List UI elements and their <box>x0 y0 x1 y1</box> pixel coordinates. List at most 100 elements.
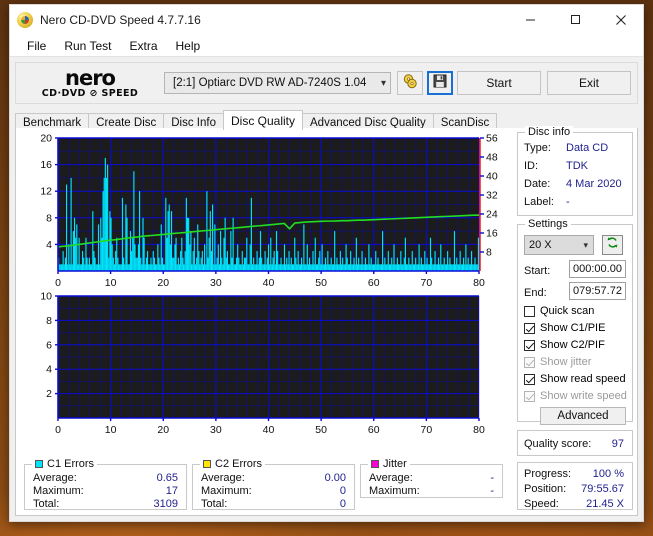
menu-item-extra[interactable]: Extra <box>120 37 166 55</box>
eject-disc-button[interactable] <box>397 71 423 95</box>
exit-button[interactable]: Exit <box>547 71 631 95</box>
nero-cd-dvd-speed-window: Nero CD-DVD Speed 4.7.7.16 File Run Test… <box>9 4 644 522</box>
svg-text:2: 2 <box>46 388 52 400</box>
minimize-icon[interactable] <box>508 5 553 34</box>
disc-id-label: ID: <box>524 160 539 172</box>
svg-text:10: 10 <box>105 277 117 288</box>
svg-text:80: 80 <box>473 424 485 436</box>
drive-select[interactable]: [2:1] Optiarc DVD RW AD-7240S 1.04 ▾ <box>164 72 391 94</box>
disc-info-title: Disc info <box>525 126 574 138</box>
progress-group: Progress: 100 % Position: 79:55.67 Speed… <box>517 462 633 510</box>
disc-type-label: Type: <box>524 142 551 154</box>
disc-info-group: Disc info Type: Data CD ID: TDK Date: 4 … <box>517 126 633 216</box>
menu-item-help[interactable]: Help <box>167 37 210 55</box>
menu-item-file[interactable]: File <box>18 37 55 55</box>
c1-total-row: Total: 3109 <box>33 498 178 510</box>
checkbox-label: Show read speed <box>540 373 626 385</box>
svg-text:4: 4 <box>46 239 52 251</box>
svg-text:70: 70 <box>421 424 433 436</box>
charts-area: 4 8 12 16 20 8 16 24 32 40 48 56 0 10 20 30 40 50 60 70 80 2… <box>16 128 511 460</box>
c2-average-value: 0.00 <box>324 472 346 484</box>
jitter-average-value: - <box>490 472 494 484</box>
c2-errors-stats-title: C2 Errors <box>200 458 266 470</box>
speed-select-value: 20 X <box>529 239 552 251</box>
quality-score-label: Quality score: <box>524 438 592 450</box>
checkbox-show-write-speed: Show write speed <box>524 390 627 402</box>
svg-text:32: 32 <box>486 190 498 202</box>
chevron-down-icon: ▾ <box>583 239 588 250</box>
svg-text:50: 50 <box>315 424 327 436</box>
jitter-stats-title: Jitter <box>368 458 410 470</box>
c1-maximum-value: 17 <box>165 485 178 497</box>
jitter-maximum-label: Maximum: <box>369 485 420 497</box>
right-panel: Disc info Type: Data CD ID: TDK Date: 4 … <box>513 126 637 514</box>
refresh-button[interactable] <box>602 235 623 255</box>
c1-maximum-row: Maximum: 17 <box>33 485 178 497</box>
svg-text:20: 20 <box>157 424 169 436</box>
nero-logo: nero CD·DVD ⊘ SPEED <box>16 63 164 103</box>
position-label: Position: <box>524 483 567 495</box>
jitter-label: Jitter <box>383 458 407 470</box>
checkbox-box <box>524 390 535 402</box>
svg-text:60: 60 <box>368 277 380 288</box>
svg-text:12: 12 <box>40 186 52 198</box>
svg-text:60: 60 <box>368 424 380 436</box>
checkbox-quick-scan[interactable]: Quick scan <box>524 305 594 317</box>
svg-text:4: 4 <box>46 364 52 376</box>
progress-label: Progress: <box>524 468 572 480</box>
title-bar: Nero CD-DVD Speed 4.7.7.16 <box>10 5 643 35</box>
c1-color-swatch <box>35 460 43 468</box>
c1-errors-stats: C1 Errors Average: 0.65 Maximum: 17 Tota… <box>24 458 187 510</box>
checkbox-show-read-speed[interactable]: Show read speed <box>524 373 626 385</box>
c1-errors-stats-title: C1 Errors <box>32 458 98 470</box>
jitter-stats: Jitter Average: - Maximum: - <box>360 458 503 498</box>
c1-errors-label: C1 Errors <box>47 458 95 470</box>
nero-disc-icon <box>17 11 33 28</box>
maximize-icon[interactable] <box>553 5 598 34</box>
settings-group: Settings 20 X ▾ Start: 000:00.00 End: 07… <box>517 218 633 425</box>
drive-select-value: [2:1] Optiarc DVD RW AD-7240S 1.04 <box>173 77 367 89</box>
checkbox-box <box>524 322 535 334</box>
window-controls <box>508 5 643 34</box>
checkbox-show-c2-pif[interactable]: Show C2/PIF <box>524 339 605 351</box>
jitter-average-label: Average: <box>369 472 413 484</box>
c2-color-swatch <box>203 460 211 468</box>
scan-end-input[interactable]: 079:57.72 <box>569 282 626 300</box>
c2-average-row: Average: 0.00 <box>201 472 346 484</box>
svg-text:70: 70 <box>421 277 433 288</box>
menu-bar: File Run Test Extra Help <box>10 35 643 57</box>
close-icon[interactable] <box>598 5 643 34</box>
jitter-color-swatch <box>371 460 379 468</box>
speed-select[interactable]: 20 X ▾ <box>524 235 594 255</box>
svg-text:48: 48 <box>486 152 498 164</box>
jitter-maximum-value: - <box>490 485 494 497</box>
c2-average-label: Average: <box>201 472 245 484</box>
disc-label-value: - <box>566 196 570 208</box>
tab-disc-quality[interactable]: Disc Quality <box>223 110 304 130</box>
svg-text:56: 56 <box>486 133 498 145</box>
jitter-average-row: Average: - <box>369 472 494 484</box>
c1-average-label: Average: <box>33 472 77 484</box>
disc-date-label: Date: <box>524 178 551 190</box>
checkbox-show-c1-pie[interactable]: Show C1/PIE <box>524 322 605 334</box>
svg-text:8: 8 <box>46 315 52 327</box>
quality-score-group: Quality score: 97 <box>517 430 633 456</box>
settings-title: Settings <box>525 218 571 230</box>
c2-maximum-value: 0 <box>339 485 346 497</box>
svg-text:10: 10 <box>40 291 52 303</box>
svg-text:10: 10 <box>105 424 117 436</box>
c2-maximum-label: Maximum: <box>201 485 252 497</box>
advanced-button[interactable]: Advanced <box>540 407 626 425</box>
scan-start-input[interactable]: 000:00.00 <box>569 260 626 278</box>
disc-date-value: 4 Mar 2020 <box>566 178 622 190</box>
start-button[interactable]: Start <box>457 71 541 95</box>
c2-errors-stats: C2 Errors Average: 0.00 Maximum: 0 Total… <box>192 458 355 510</box>
svg-text:8: 8 <box>486 247 492 259</box>
c2-errors-chart[interactable]: 2 4 6 8 10 0 10 20 30 40 50 60 70 80 <box>16 288 511 460</box>
menu-item-run-test[interactable]: Run Test <box>55 37 120 55</box>
c2-errors-plot: 2 4 6 8 10 0 10 20 30 40 50 60 70 80 <box>40 291 485 437</box>
disc-quality-panel: 4 8 12 16 20 8 16 24 32 40 48 56 0 10 20 30 40 50 60 70 80 2… <box>15 126 638 516</box>
save-button[interactable] <box>427 71 453 95</box>
c1-errors-chart[interactable]: 4 8 12 16 20 8 16 24 32 40 48 56 0 10 20 30 40 50 60 70 80 <box>16 128 511 289</box>
logo-secondary-text: CD·DVD ⊘ SPEED <box>41 87 139 99</box>
